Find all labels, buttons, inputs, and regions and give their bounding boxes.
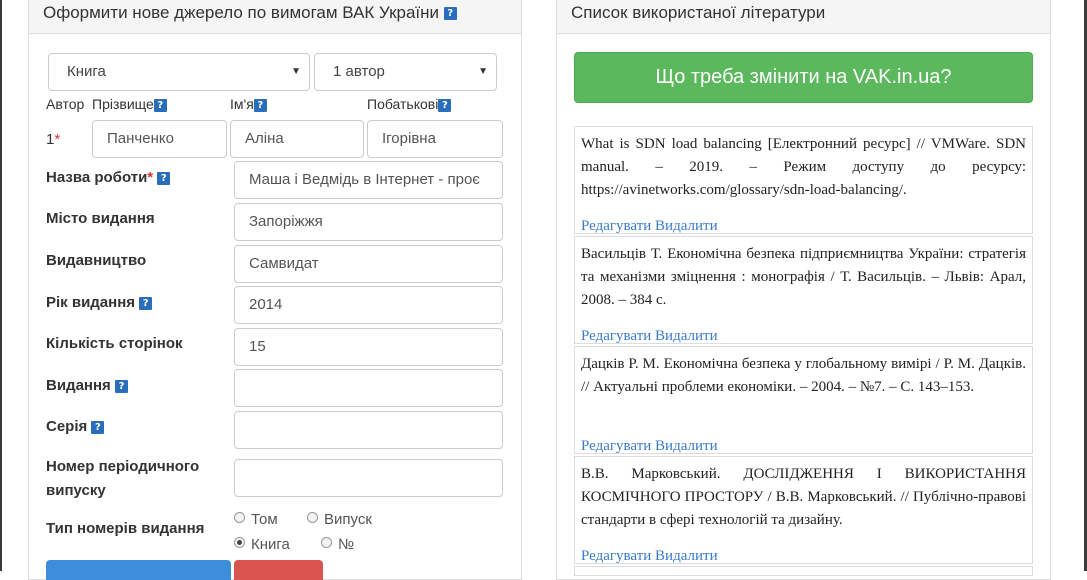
periodic-number-input[interactable] xyxy=(234,459,503,497)
series-label-text: Серія xyxy=(46,418,88,435)
help-icon[interactable]: ? xyxy=(253,98,267,112)
reference-text: Васильців Т. Економічна безпека підприєм… xyxy=(581,246,1026,308)
radio-number-label: № xyxy=(338,536,355,553)
pages-label: Кількість сторінок xyxy=(46,335,183,352)
radio-knyha-label: Книга xyxy=(251,536,290,553)
delete-link[interactable]: Видалити xyxy=(655,548,718,564)
reference-item: What is SDN load balancing [Електронний … xyxy=(574,126,1033,234)
delete-link[interactable]: Видалити xyxy=(655,218,718,234)
clear-button[interactable] xyxy=(234,560,323,580)
pages-input[interactable]: 15 xyxy=(234,328,503,366)
required-marker: * xyxy=(147,169,154,186)
radio-circle-checked xyxy=(234,537,245,548)
edit-link[interactable]: Редагувати xyxy=(581,438,651,454)
work-title-input[interactable]: Маша і Ведмідь в Інтернет - проє xyxy=(234,161,503,199)
radio-knyha[interactable]: Книга xyxy=(234,536,290,553)
required-marker: * xyxy=(54,131,61,148)
edit-link[interactable]: Редагувати xyxy=(581,218,651,234)
help-icon[interactable]: ? xyxy=(438,98,452,112)
year-input[interactable]: 2014 xyxy=(234,286,503,324)
reference-text: What is SDN load balancing [Електронний … xyxy=(581,136,1026,198)
help-icon[interactable]: ? xyxy=(91,420,105,434)
author-column-header: Автор xyxy=(46,96,85,112)
radio-circle xyxy=(307,512,318,523)
reference-item: В.В. Марковський. ДОСЛІДЖЕННЯ І ВИКОРИСТ… xyxy=(574,456,1033,564)
help-icon[interactable]: ? xyxy=(443,7,457,21)
help-icon[interactable]: ? xyxy=(139,296,153,310)
radio-tom-label: Том xyxy=(251,511,278,528)
author-patronymic-input[interactable]: Ігорівна xyxy=(367,120,503,158)
radio-vypusk-label: Випуск xyxy=(324,511,372,528)
help-icon[interactable]: ? xyxy=(114,379,128,393)
reference-item-partial xyxy=(574,566,1033,576)
chevron-down-icon: ▼ xyxy=(291,66,301,77)
help-icon[interactable]: ? xyxy=(153,98,167,112)
patronymic-column-label: Побатькові xyxy=(367,96,439,112)
periodic-number-label-line1: Номер періодичного xyxy=(46,458,200,475)
radio-tom[interactable]: Том xyxy=(234,511,278,528)
author-row-number: 1* xyxy=(46,131,60,148)
author-count-select-value: 1 автор xyxy=(333,63,385,80)
submit-button[interactable] xyxy=(46,560,231,580)
city-label: Місто видання xyxy=(46,210,155,227)
patronymic-column-header: Побатькові? xyxy=(367,96,452,112)
author-count-select[interactable]: 1 автор ▼ xyxy=(314,53,497,91)
source-type-select[interactable]: Книга ▼ xyxy=(48,53,310,91)
series-label: Серія ? xyxy=(46,418,105,435)
name-column-header: Ім'я? xyxy=(230,96,267,112)
reference-actions: Редагувати Видалити xyxy=(581,214,1026,238)
author-name-input[interactable]: Аліна xyxy=(230,120,364,158)
delete-link[interactable]: Видалити xyxy=(655,438,718,454)
reference-actions: Редагувати Видалити xyxy=(581,434,1026,458)
publisher-input[interactable]: Самвидат xyxy=(234,245,503,283)
surname-column-header: Прізвище? xyxy=(92,96,167,112)
reference-actions: Редагувати Видалити xyxy=(581,544,1026,568)
work-title-label-text: Назва роботи xyxy=(46,169,148,186)
author-surname-input[interactable]: Панченко xyxy=(92,120,227,158)
new-source-panel-heading: Оформити нове джерело по вимогам ВАК Укр… xyxy=(29,0,521,34)
edition-input[interactable] xyxy=(234,369,503,407)
publisher-label: Видавництво xyxy=(46,252,147,269)
reference-text: В.В. Марковський. ДОСЛІДЖЕННЯ І ВИКОРИСТ… xyxy=(581,466,1026,528)
work-title-label: Назва роботи* ? xyxy=(46,169,171,186)
source-type-select-value: Книга xyxy=(67,63,106,80)
new-source-panel-title: Оформити нове джерело по вимогам ВАК Укр… xyxy=(43,3,440,22)
series-input[interactable] xyxy=(234,411,503,449)
radio-vypusk[interactable]: Випуск xyxy=(307,511,372,528)
name-column-label: Ім'я xyxy=(230,96,254,112)
bibliography-panel-title: Список використаної літератури xyxy=(571,3,826,22)
surname-column-label: Прізвище xyxy=(92,96,154,112)
bibliography-panel-heading: Список використаної літератури xyxy=(557,0,1050,34)
year-label-text: Рік видання xyxy=(46,294,136,311)
year-label: Рік видання ? xyxy=(46,294,153,311)
delete-link[interactable]: Видалити xyxy=(655,328,718,344)
edit-link[interactable]: Редагувати xyxy=(581,328,651,344)
periodic-number-label: Номер періодичного випуску xyxy=(46,455,199,503)
edition-label: Видання ? xyxy=(46,377,128,394)
radio-number[interactable]: № xyxy=(321,536,354,553)
reference-actions: Редагувати Видалити xyxy=(581,324,1026,348)
reference-text: Дацків Р. М. Економічна безпека у глобал… xyxy=(581,356,1026,395)
reference-item: Васильців Т. Економічна безпека підприєм… xyxy=(574,236,1033,344)
window-frame-left xyxy=(0,0,2,571)
reference-item: Дацків Р. М. Економічна безпека у глобал… xyxy=(574,346,1033,454)
feedback-button[interactable]: Що треба змінити на VAK.in.ua? xyxy=(574,52,1033,103)
radio-circle xyxy=(321,537,332,548)
radio-circle xyxy=(234,512,245,523)
number-type-label: Тип номерів видання xyxy=(46,520,205,537)
help-icon[interactable]: ? xyxy=(157,171,171,185)
periodic-number-label-line2: випуску xyxy=(46,482,106,499)
edit-link[interactable]: Редагувати xyxy=(581,548,651,564)
chevron-down-icon: ▼ xyxy=(478,66,488,77)
city-input[interactable]: Запоріжжя xyxy=(234,203,503,241)
edition-label-text: Видання xyxy=(46,377,111,394)
